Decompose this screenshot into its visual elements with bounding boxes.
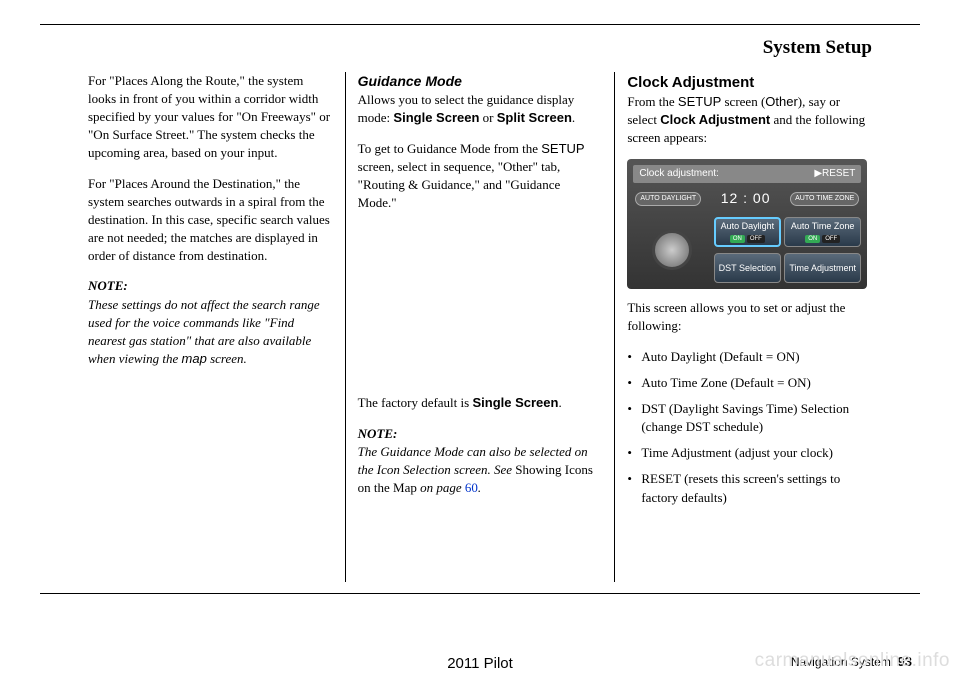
setup-label: SETUP (541, 141, 584, 156)
paragraph: This screen allows you to set or adjust … (627, 299, 872, 335)
paragraph: To get to Guidance Mode from the SETUP s… (358, 140, 603, 213)
paragraph: From the SETUP screen (Other), say or se… (627, 93, 872, 148)
off-label: OFF (747, 235, 765, 243)
column-3: Clock Adjustment From the SETUP screen (… (615, 72, 872, 582)
auto-daylight-pill: AUTO DAYLIGHT (635, 192, 701, 206)
off-label: OFF (822, 235, 840, 243)
paragraph: The factory default is Single Screen. (358, 394, 603, 412)
footer-model-year: 2011 Pilot (447, 653, 513, 674)
auto-daylight-button: Auto Daylight ONOFF (714, 217, 781, 247)
note-block: NOTE: The Guidance Mode can also be sele… (358, 425, 603, 498)
list-item: DST (Daylight Savings Time) Selection (c… (627, 400, 872, 436)
list-item: RESET (resets this screen's settings to … (627, 470, 872, 506)
list-item: Auto Time Zone (Default = ON) (627, 374, 872, 392)
text-part: screen ( (721, 94, 765, 109)
guidance-mode-heading: Guidance Mode (358, 72, 603, 92)
paragraph: For "Places Along the Route," the system… (88, 72, 333, 163)
note-text-part: on page (417, 480, 465, 495)
button-label: DST Selection (719, 262, 776, 275)
column-2: Guidance Mode Allows you to select the g… (345, 72, 616, 582)
clock-screen-image: Clock adjustment: ▶RESET AUTO DAYLIGHT 1… (627, 159, 867, 289)
time-adjustment-button: Time Adjustment (784, 253, 861, 283)
clock-time-row: AUTO DAYLIGHT 12 : 00 AUTO TIME ZONE (635, 189, 859, 209)
list-item: Time Adjustment (adjust your clock) (627, 444, 872, 462)
map-word: map (182, 351, 207, 366)
clock-header: Clock adjustment: ▶RESET (633, 165, 861, 183)
single-screen-label: Single Screen (472, 395, 558, 410)
text-part: From the (627, 94, 678, 109)
single-screen-label: Single Screen (393, 110, 479, 125)
text-part: screen, select in sequence, "Other" tab,… (358, 159, 561, 210)
note-text-part: . (478, 480, 481, 495)
text-part: The factory default is (358, 395, 473, 410)
other-label: Other (765, 94, 798, 109)
note-label: NOTE: (358, 426, 398, 441)
paragraph: Allows you to select the guidance displa… (358, 91, 603, 127)
split-screen-label: Split Screen (497, 110, 572, 125)
page-title: System Setup (88, 35, 872, 62)
clock-title: Clock adjustment: (639, 167, 718, 181)
text-part: To get to Guidance Mode from the (358, 141, 542, 156)
dial-icon (652, 230, 692, 270)
clock-time: 12 : 00 (721, 189, 771, 209)
note-text: These settings do not affect the search … (88, 297, 320, 367)
list-item: Auto Daylight (Default = ON) (627, 348, 872, 366)
note-block: NOTE: These settings do not affect the s… (88, 277, 333, 368)
button-label: Auto Daylight (720, 220, 775, 233)
on-label: ON (805, 235, 820, 243)
text-part: . (558, 395, 561, 410)
reset-label: ▶RESET (814, 167, 855, 181)
note-text-part: screen. (207, 351, 247, 366)
auto-timezone-button: Auto Time Zone ONOFF (784, 217, 861, 247)
watermark: carmanualsonline.info (755, 648, 950, 675)
spacer (358, 224, 603, 394)
on-off-toggle: ONOFF (789, 235, 856, 243)
text-part: . (572, 110, 575, 125)
text-part: or (479, 110, 496, 125)
on-off-toggle: ONOFF (720, 235, 775, 243)
manual-page: System Setup For "Places Along the Route… (40, 24, 920, 594)
column-1: For "Places Along the Route," the system… (88, 72, 345, 582)
button-label: Time Adjustment (789, 262, 856, 275)
dst-selection-button: DST Selection (714, 253, 781, 283)
feature-list: Auto Daylight (Default = ON) Auto Time Z… (627, 348, 872, 507)
note-text: The Guidance Mode can also be selected o… (358, 444, 593, 495)
note-label: NOTE: (88, 278, 128, 293)
auto-timezone-pill: AUTO TIME ZONE (790, 192, 859, 206)
clock-adjustment-label: Clock Adjustment (660, 112, 770, 127)
clock-button-grid: Auto Daylight ONOFF Auto Time Zone ONOFF… (633, 215, 861, 285)
content-columns: For "Places Along the Route," the system… (88, 72, 872, 582)
page-link: 60 (465, 480, 478, 495)
setup-label: SETUP (678, 94, 721, 109)
button-label: Auto Time Zone (789, 220, 856, 233)
clock-adjustment-heading: Clock Adjustment (627, 72, 872, 93)
on-label: ON (730, 235, 745, 243)
paragraph: For "Places Around the Destination," the… (88, 175, 333, 266)
